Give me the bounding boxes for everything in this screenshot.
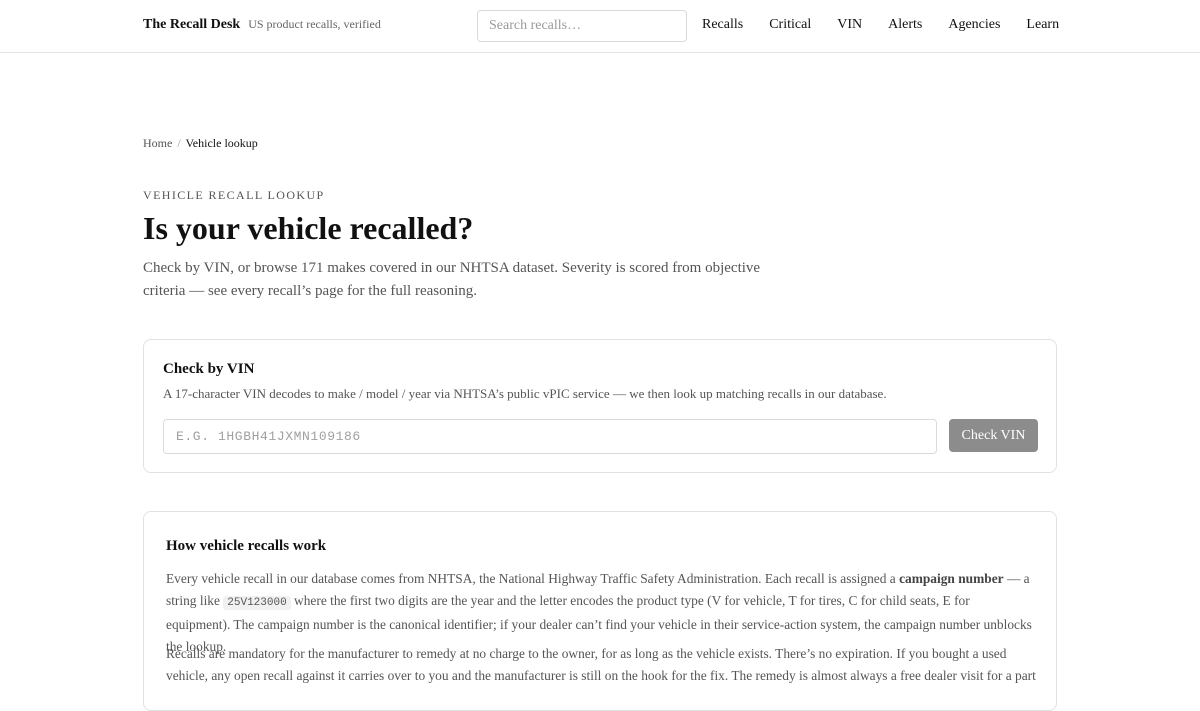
- how-card-paragraph-2: Recalls are mandatory for the manufactur…: [166, 646, 1036, 683]
- page-title: Is your vehicle recalled?: [143, 210, 474, 246]
- nav-link-recalls[interactable]: Recalls: [702, 17, 743, 33]
- breadcrumb-home-link[interactable]: Home: [143, 136, 172, 150]
- breadcrumb-current: Vehicle lookup: [185, 136, 258, 150]
- nav-link-vin[interactable]: VIN: [837, 17, 862, 33]
- brand-name[interactable]: The Recall Desk: [143, 17, 240, 33]
- vin-card-title: Check by VIN: [163, 361, 255, 377]
- brand[interactable]: The Recall Desk US product recalls, veri…: [143, 17, 381, 33]
- how-card-title: How vehicle recalls work: [166, 538, 327, 554]
- page-intro-line-2: criteria — see every recall’s page for t…: [143, 283, 478, 299]
- campaign-number-example: 25V123000: [223, 595, 291, 610]
- campaign-number-term: campaign number: [899, 571, 1004, 586]
- nav-link-agencies[interactable]: Agencies: [948, 17, 1000, 33]
- check-vin-button[interactable]: Check VIN: [949, 419, 1038, 452]
- how-recalls-work-card: How vehicle recalls work Every vehicle r…: [143, 511, 1057, 711]
- section-eyebrow: VEHICLE RECALL LOOKUP: [143, 188, 325, 202]
- top-navigation-bar: The Recall Desk US product recalls, veri…: [0, 0, 1200, 53]
- breadcrumb-separator: /: [177, 136, 181, 150]
- main-nav: Recalls Critical VIN Alerts Agencies Lea…: [702, 17, 1059, 33]
- vin-input[interactable]: [163, 419, 937, 454]
- page-intro: Check by VIN, or browse 171 makes covere…: [143, 257, 783, 303]
- nav-link-critical[interactable]: Critical: [769, 17, 811, 33]
- page-intro-line-1: Check by VIN, or browse 171 makes covere…: [143, 260, 761, 276]
- brand-tagline: US product recalls, verified: [248, 17, 381, 31]
- search-input[interactable]: [477, 10, 687, 42]
- nav-link-alerts[interactable]: Alerts: [888, 17, 922, 33]
- vin-check-card: Check by VIN A 17-character VIN decodes …: [143, 339, 1057, 473]
- nav-link-learn[interactable]: Learn: [1026, 17, 1059, 33]
- how-card-paragraph-1-part-a: Every vehicle recall in our database com…: [166, 571, 900, 586]
- vin-card-description: A 17-character VIN decodes to make / mod…: [163, 386, 887, 401]
- breadcrumb: Home / Vehicle lookup: [143, 136, 258, 151]
